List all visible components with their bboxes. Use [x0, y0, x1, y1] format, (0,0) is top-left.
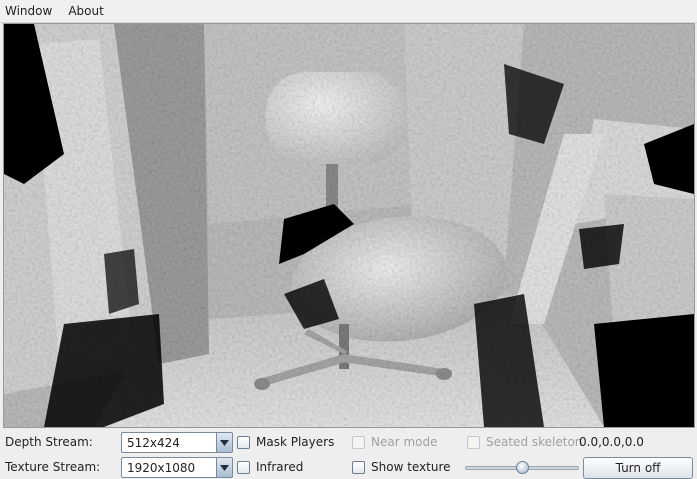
infrared-label: Infrared [256, 460, 304, 474]
texture-slider[interactable] [465, 459, 579, 477]
turn-off-button[interactable]: Turn off [583, 457, 693, 479]
chevron-down-icon [216, 433, 232, 452]
depth-stream-label: Depth Stream: [5, 435, 93, 449]
texture-stream-select[interactable]: 1920x1080 [121, 457, 233, 478]
checkbox-box [237, 460, 250, 474]
checkbox-box [237, 435, 250, 449]
texture-stream-value: 1920x1080 [127, 461, 196, 475]
seated-skeleton-label: Seated skeleton [486, 435, 583, 449]
controls-row-texture: Texture Stream: 1920x1080 Infrared Show … [0, 455, 697, 479]
controls-panel: Depth Stream: 512x424 Mask Players Near … [0, 429, 697, 479]
seated-skeleton-checkbox[interactable]: Seated skeleton [467, 435, 582, 449]
depth-stream-select[interactable]: 512x424 [121, 432, 233, 453]
infrared-checkbox[interactable]: Infrared [237, 460, 303, 474]
coordinates-readout: 0.0,0.0,0.0 [579, 435, 644, 449]
menu-about[interactable]: About [60, 0, 111, 23]
depth-stream-value: 512x424 [127, 436, 180, 450]
show-texture-label: Show texture [371, 460, 451, 474]
depth-viewport[interactable] [3, 23, 695, 428]
chevron-down-icon [216, 458, 232, 477]
checkbox-box [467, 435, 480, 449]
checkbox-box [352, 460, 365, 474]
near-mode-label: Near mode [371, 435, 438, 449]
mask-players-label: Mask Players [256, 435, 335, 449]
checkbox-box [352, 435, 365, 449]
texture-stream-label: Texture Stream: [5, 460, 101, 474]
depth-render-image [4, 24, 694, 427]
mask-players-checkbox[interactable]: Mask Players [237, 435, 334, 449]
controls-row-depth: Depth Stream: 512x424 Mask Players Near … [0, 430, 697, 454]
menu-window[interactable]: Window [0, 0, 60, 23]
near-mode-checkbox[interactable]: Near mode [352, 435, 438, 449]
show-texture-checkbox[interactable]: Show texture [352, 460, 451, 474]
slider-thumb[interactable] [516, 461, 529, 474]
menu-bar: Window About [0, 0, 697, 23]
